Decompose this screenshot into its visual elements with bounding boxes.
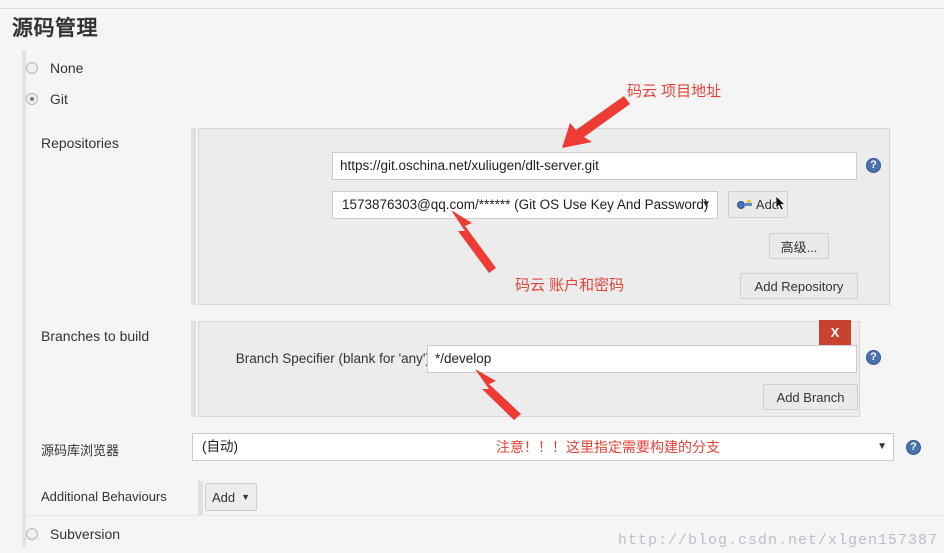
repo-browser-label: 源码库浏览器 [41, 443, 120, 458]
scm-option-none-label: None [50, 60, 84, 76]
additional-behaviours-bar [198, 481, 203, 515]
scm-configuration-page: 源码管理 None Git Subversion Repositories Re… [0, 0, 944, 553]
add-credentials-label: Add [755, 197, 780, 212]
page-title: 源码管理 [12, 17, 98, 40]
help-icon-repo-browser[interactable] [906, 440, 921, 455]
additional-behaviours-add-label: Add [211, 489, 236, 505]
additional-behaviours-add-button[interactable]: Add ▼ [205, 483, 257, 511]
section-accent-bar [22, 50, 26, 547]
credentials-select-value: 1573876303@qq.com/****** (Git OS Use Key… [342, 197, 709, 212]
radio-none[interactable] [26, 62, 38, 74]
branch-specifier-input[interactable]: */develop [427, 345, 857, 373]
delete-branch-button[interactable]: X [819, 320, 851, 345]
scm-option-git[interactable]: Git [26, 91, 68, 107]
add-credentials-button[interactable]: Add [728, 191, 788, 218]
branches-section-label: Branches to build [41, 328, 150, 344]
help-icon-repository-url[interactable] [866, 158, 881, 173]
annotation-credentials: 码云 账户和密码 [515, 277, 625, 294]
help-icon-branch-specifier[interactable] [866, 350, 881, 365]
advanced-button-label: 高级... [780, 239, 818, 255]
repository-url-input[interactable]: https://git.oschina.net/xuliugen/dlt-ser… [332, 152, 857, 180]
add-branch-button[interactable]: Add Branch [763, 384, 858, 410]
annotation-branch: 注意！！！这里指定需要构建的分支 [496, 439, 720, 455]
delete-branch-label: X [830, 325, 840, 340]
additional-behaviours-label: Additional Behaviours [41, 489, 167, 504]
add-repository-button[interactable]: Add Repository [740, 273, 858, 299]
branches-panel-bar [191, 321, 196, 417]
scm-option-subversion-label: Subversion [50, 526, 121, 542]
repositories-section-label: Repositories [41, 135, 119, 151]
watermark: http://blog.csdn.net/xlgen157387 [617, 532, 938, 549]
add-branch-button-label: Add Branch [776, 389, 845, 405]
repositories-panel-bar [191, 128, 196, 305]
chevron-down-icon: ▼ [701, 199, 711, 210]
credentials-select[interactable]: 1573876303@qq.com/****** (Git OS Use Key… [332, 191, 718, 219]
repo-browser-select-value: (自动) [202, 439, 238, 454]
radio-subversion[interactable] [26, 528, 38, 540]
add-repository-button-label: Add Repository [754, 278, 844, 294]
scm-option-none[interactable]: None [26, 60, 83, 76]
chevron-down-icon-add: ▼ [241, 492, 251, 502]
radio-git[interactable] [26, 93, 38, 105]
scm-option-git-label: Git [50, 91, 68, 107]
annotation-repo-url: 码云 项目地址 [627, 83, 722, 100]
key-icon [736, 199, 752, 210]
chevron-down-icon-repo-browser: ▼ [877, 441, 887, 452]
branch-specifier-label: Branch Specifier (blank for 'any') [235, 351, 430, 366]
bottom-divider [26, 515, 944, 516]
scm-option-subversion[interactable]: Subversion [26, 526, 120, 542]
top-divider [0, 8, 944, 9]
advanced-button[interactable]: 高级... [769, 233, 829, 259]
